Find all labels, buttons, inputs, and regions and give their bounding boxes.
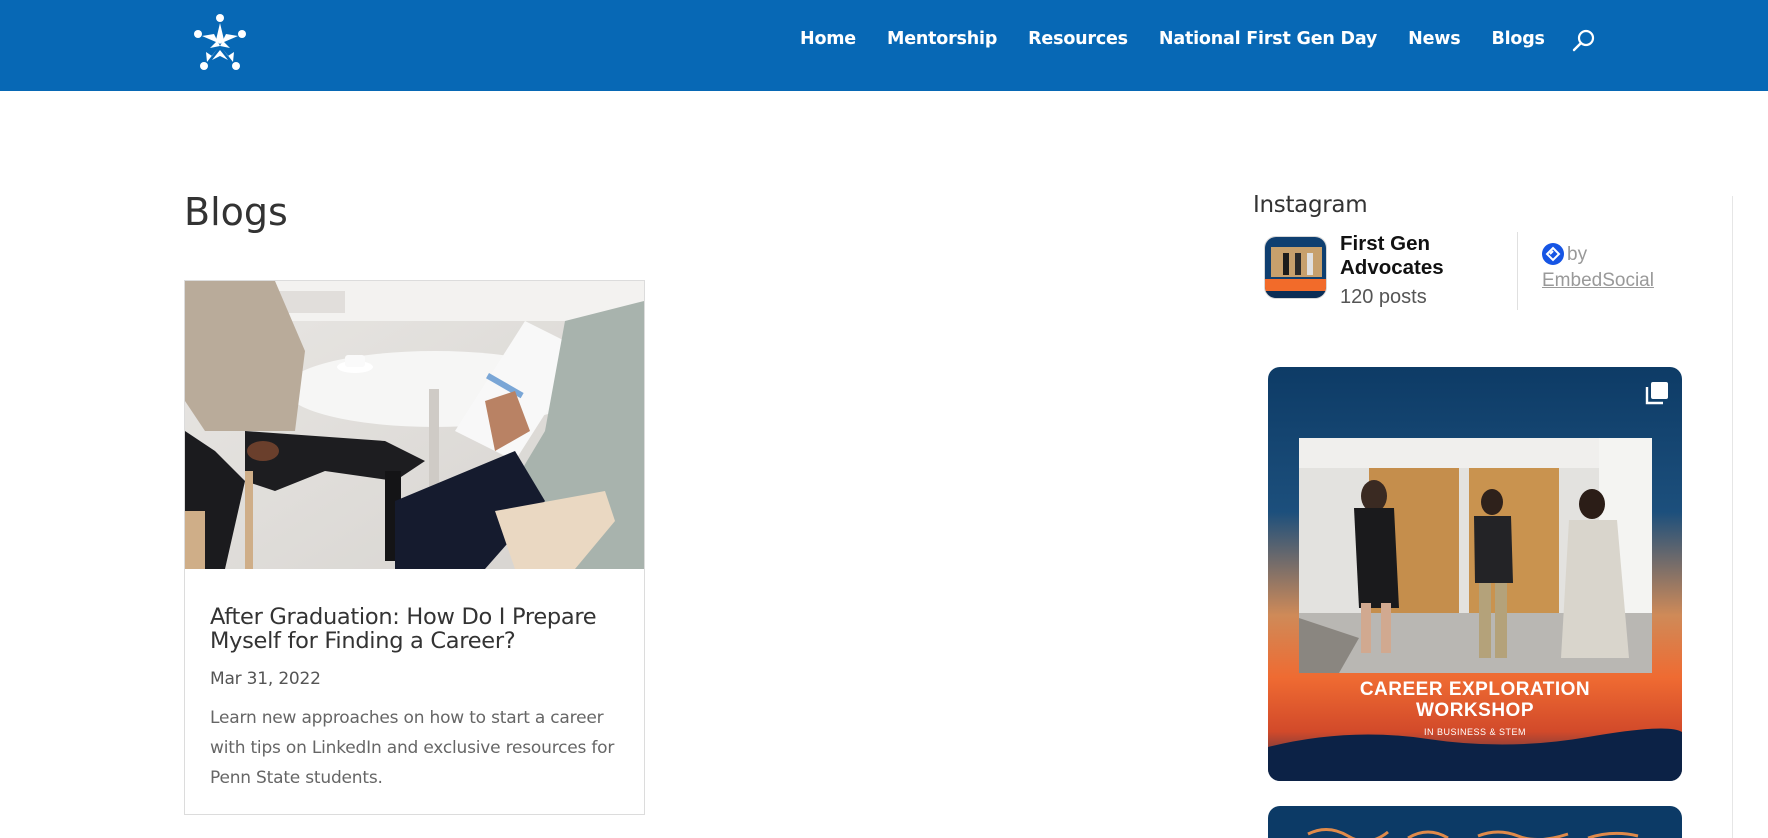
post-date: Mar 31, 2022 (210, 669, 321, 689)
nav-blogs[interactable]: Blogs (1491, 29, 1545, 49)
instagram-profile-header: First Gen Advocates 120 posts by EmbedSo… (1264, 232, 1684, 314)
post-title[interactable]: After Graduation: How Do I Prepare Mysel… (210, 605, 630, 653)
nav-mentorship[interactable]: Mentorship (887, 29, 997, 49)
main-nav: Home Mentorship Resources National First… (800, 26, 1597, 52)
instagram-header-separator (1517, 232, 1518, 310)
multiple-images-icon (1645, 382, 1668, 405)
sidebar-divider (1732, 196, 1733, 838)
blog-post-card: After Graduation: How Do I Prepare Mysel… (184, 280, 645, 815)
search-icon[interactable] (1571, 28, 1597, 54)
instagram-widget-title: Instagram (1253, 192, 1368, 218)
post-featured-image[interactable] (185, 281, 644, 569)
people-star-logo-icon[interactable] (188, 12, 252, 76)
instagram-post-caption-title: CAREER EXPLORATION WORKSHOP (1268, 679, 1682, 721)
instagram-posts-count: 120 posts (1340, 286, 1427, 308)
caption-line-2: WORKSHOP (1416, 700, 1534, 721)
embedsocial-by-label: by (1567, 244, 1588, 265)
instagram-post-photo (1299, 438, 1652, 673)
instagram-account-name[interactable]: First Gen Advocates (1340, 232, 1510, 280)
instagram-post-caption-subtitle: IN BUSINESS & STEM (1423, 727, 1527, 737)
instagram-avatar[interactable] (1264, 236, 1327, 299)
nav-news[interactable]: News (1408, 29, 1461, 49)
site-header: Home Mentorship Resources National First… (0, 0, 1768, 91)
embedsocial-link[interactable]: EmbedSocial (1542, 270, 1654, 292)
caption-line-1: CAREER EXPLORATION (1359, 679, 1591, 700)
instagram-feed-post-next[interactable] (1268, 806, 1682, 838)
nav-national-first-gen-day[interactable]: National First Gen Day (1159, 29, 1377, 49)
embedsocial-attribution: by EmbedSocial (1542, 243, 1654, 292)
page-title: Blogs (184, 190, 288, 234)
embedsocial-logo-icon (1542, 243, 1564, 265)
nav-resources[interactable]: Resources (1028, 29, 1128, 49)
nav-home[interactable]: Home (800, 29, 856, 49)
instagram-feed-post[interactable]: CAREER EXPLORATION WORKSHOP IN BUSINESS … (1268, 367, 1682, 781)
post-excerpt: Learn new approaches on how to start a c… (210, 708, 615, 788)
